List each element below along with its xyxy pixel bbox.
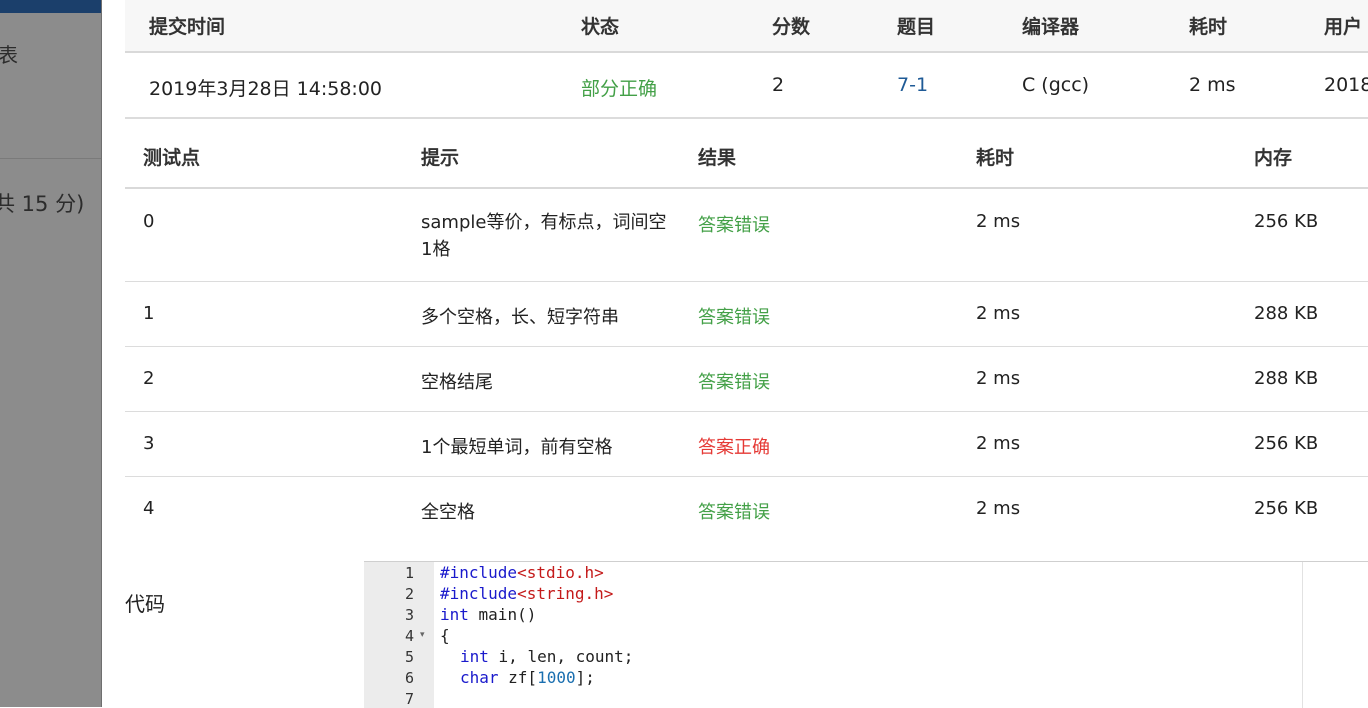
table-row: 3 1个最短单词，前有空格 答案正确 2 ms 256 KB — [125, 412, 1368, 477]
code-token-directive: #include — [440, 584, 518, 603]
header-submit-time: 提交时间 — [149, 16, 226, 38]
status-badge: 部分正确 — [581, 78, 658, 100]
test-hint: 多个空格，长、短字符串 — [421, 307, 619, 328]
code-token-keyword: int — [460, 647, 489, 666]
line-number: 1 — [404, 564, 414, 582]
table-row: 1 多个空格，长、短字符串 答案错误 2 ms 288 KB — [125, 282, 1368, 347]
code-token-brace: { — [440, 626, 450, 645]
code-line: #include<string.h> — [440, 584, 613, 603]
test-time: 2 ms — [976, 368, 1021, 389]
test-time: 2 ms — [976, 211, 1021, 232]
code-line: char zf[1000]; — [460, 668, 595, 687]
test-time: 2 ms — [976, 498, 1021, 519]
test-id: 1 — [143, 303, 155, 324]
header-test-point: 测试点 — [143, 147, 201, 169]
header-user: 用户 — [1324, 16, 1363, 38]
header-time: 耗时 — [976, 147, 1015, 169]
test-memory: 256 KB — [1254, 433, 1319, 454]
code-line: { — [440, 626, 450, 645]
header-status: 状态 — [581, 16, 620, 38]
test-result: 答案错误 — [698, 372, 770, 393]
code-editor[interactable]: 1 2 3 4 ▾ 5 6 7 #include<stdio.h> #inclu… — [364, 561, 1368, 708]
test-result: 答案错误 — [698, 307, 770, 328]
line-number: 6 — [404, 669, 414, 687]
test-hint: 空格结尾 — [421, 372, 493, 393]
table-row: 2 空格结尾 答案错误 2 ms 288 KB — [125, 347, 1368, 412]
code-text-area[interactable]: #include<stdio.h> #include<string.h> int… — [434, 562, 1368, 708]
test-result: 答案错误 — [698, 502, 770, 523]
test-time: 2 ms — [976, 433, 1021, 454]
test-id: 2 — [143, 368, 155, 389]
line-number: 5 — [404, 648, 414, 666]
test-cases-table: 测试点 提示 结果 耗时 内存 0 sample等价，有标点，词间空1格 答案错… — [125, 119, 1368, 541]
print-margin-line — [1302, 562, 1303, 708]
code-token-header: <stdio.h> — [517, 563, 604, 582]
test-hint: 1个最短单词，前有空格 — [421, 437, 613, 458]
table-row: 4 全空格 答案错误 2 ms 256 KB — [125, 477, 1368, 541]
code-token-text: main() — [468, 605, 537, 624]
test-id: 3 — [143, 433, 155, 454]
code-token-directive: #include — [440, 563, 518, 582]
header-hint: 提示 — [421, 147, 460, 169]
code-line: #include<stdio.h> — [440, 563, 604, 582]
test-id: 0 — [143, 211, 155, 232]
duration-value: 2 ms — [1189, 74, 1236, 96]
summary-row: 2019年3月28日 14:58:00 部分正确 2 7-1 C (gcc) 2… — [125, 53, 1368, 119]
code-token-text: ]; — [575, 668, 595, 687]
code-section-label: 代码 — [125, 592, 165, 616]
table-row: 0 sample等价，有标点，词间空1格 答案错误 2 ms 256 KB — [125, 189, 1368, 282]
code-line: int main() — [440, 605, 536, 624]
test-result: 答案正确 — [698, 437, 770, 458]
header-problem: 题目 — [897, 16, 936, 38]
fold-arrow-icon[interactable]: ▾ — [420, 630, 430, 640]
test-memory: 256 KB — [1254, 211, 1319, 232]
line-number: 7 — [404, 690, 414, 708]
submission-summary-table: 提交时间 状态 分数 题目 编译器 耗时 用户 2019年3月28日 14:58… — [125, 0, 1368, 119]
tests-header-row: 测试点 提示 结果 耗时 内存 — [125, 119, 1368, 189]
line-number: 2 — [404, 585, 414, 603]
user-value[interactable]: 2018 — [1324, 74, 1368, 96]
header-score: 分数 — [772, 16, 811, 38]
sidebar-active-item[interactable] — [0, 0, 101, 13]
header-duration: 耗时 — [1189, 16, 1228, 38]
test-time: 2 ms — [976, 303, 1021, 324]
submit-time: 2019年3月28日 14:58:00 — [149, 78, 382, 100]
test-result: 答案错误 — [698, 215, 770, 236]
problem-link[interactable]: 7-1 — [897, 74, 928, 96]
code-token-header: <string.h> — [517, 584, 614, 603]
code-token-keyword: int — [440, 605, 469, 624]
code-token-text: i, len, count; — [488, 647, 634, 666]
summary-header-row: 提交时间 状态 分数 题目 编译器 耗时 用户 — [125, 0, 1368, 53]
sidebar-score-label: 共 15 分) — [0, 192, 85, 216]
header-result: 结果 — [698, 147, 737, 169]
sidebar-item-label[interactable]: 表 — [0, 39, 18, 68]
test-id: 4 — [143, 498, 155, 519]
code-token-keyword: char — [460, 668, 499, 687]
code-token-text: zf[ — [498, 668, 538, 687]
test-hint: 全空格 — [421, 502, 475, 523]
sidebar: 表 共 15 分) — [0, 0, 102, 707]
test-memory: 288 KB — [1254, 368, 1319, 389]
compiler-value: C (gcc) — [1022, 74, 1090, 96]
code-token-number: 1000 — [537, 668, 576, 687]
line-number-gutter: 1 2 3 4 ▾ 5 6 7 — [364, 562, 434, 708]
line-number: 3 — [404, 606, 414, 624]
header-memory: 内存 — [1254, 147, 1293, 169]
line-number: 4 — [404, 627, 414, 645]
sidebar-divider — [0, 158, 101, 159]
test-hint: sample等价，有标点，词间空1格 — [421, 212, 667, 260]
test-memory: 256 KB — [1254, 498, 1319, 519]
test-memory: 288 KB — [1254, 303, 1319, 324]
header-compiler: 编译器 — [1022, 16, 1080, 38]
code-line: int i, len, count; — [460, 647, 633, 666]
score-value: 2 — [772, 74, 785, 96]
